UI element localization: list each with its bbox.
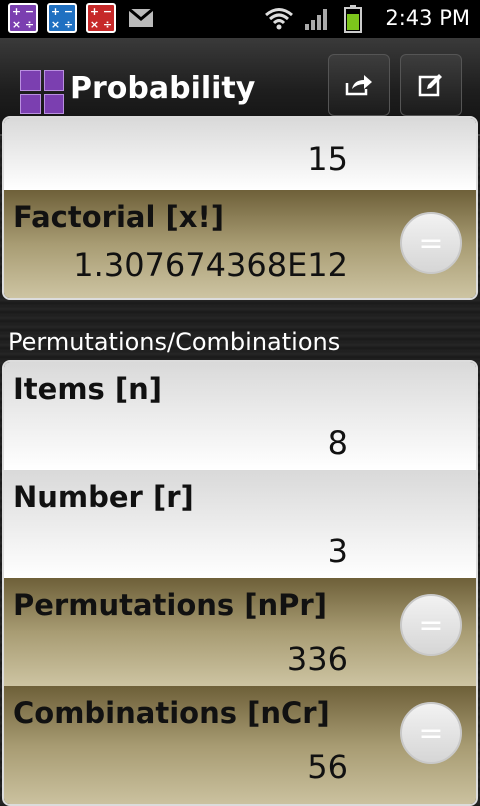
section-title-perm-comb: Permutations/Combinations [8,328,341,356]
signal-icon [305,9,327,30]
edit-icon [418,74,442,97]
number-value[interactable]: 3 [328,532,348,570]
factorial-card: 15 Factorial [x!] 1.307674368E12 = [2,116,478,300]
factorial-label: Factorial [x!] [13,200,224,234]
number-row[interactable]: Number [r] 3 [4,470,476,578]
items-row[interactable]: Items [n] 8 [4,362,476,470]
calc-red-icon: + − × ÷ [86,3,116,33]
status-bar: + − × ÷ + − × ÷ + − × ÷ 2:43 PM [0,0,480,38]
items-value[interactable]: 8 [328,424,348,462]
share-icon [345,75,372,96]
battery-icon [344,5,362,33]
permutations-value: 336 [286,640,348,678]
app-title: Probability [70,71,256,106]
number-label: Number [r] [13,480,194,514]
perm-comb-card: Items [n] 8 Number [r] 3 Permutations [n… [2,360,478,806]
combinations-row: Combinations [nCr] 56 = [4,686,476,804]
calc-blue-icon: + − × ÷ [47,3,77,33]
factorial-result-row: Factorial [x!] 1.307674368E12 = [4,190,476,298]
permutations-row: Permutations [nPr] 336 = [4,578,476,686]
factorial-input-value[interactable]: 15 [307,140,348,178]
edit-button[interactable] [400,54,462,116]
items-label: Items [n] [13,372,163,406]
permutations-label: Permutations [nPr] [13,588,327,622]
wifi-icon [265,8,293,30]
combinations-value: 56 [307,748,348,786]
app-logo-icon [20,70,64,114]
combinations-equals-button[interactable]: = [400,702,462,764]
factorial-value: 1.307674368E12 [73,246,348,284]
factorial-equals-button[interactable]: = [400,212,462,274]
permutations-equals-button[interactable]: = [400,594,462,656]
combinations-label: Combinations [nCr] [13,696,330,730]
status-time: 2:43 PM [385,6,470,30]
gmail-icon [128,8,154,27]
factorial-input-row[interactable]: 15 [4,118,476,190]
calc-purple-icon: + − × ÷ [8,3,38,33]
share-button[interactable] [328,54,390,116]
